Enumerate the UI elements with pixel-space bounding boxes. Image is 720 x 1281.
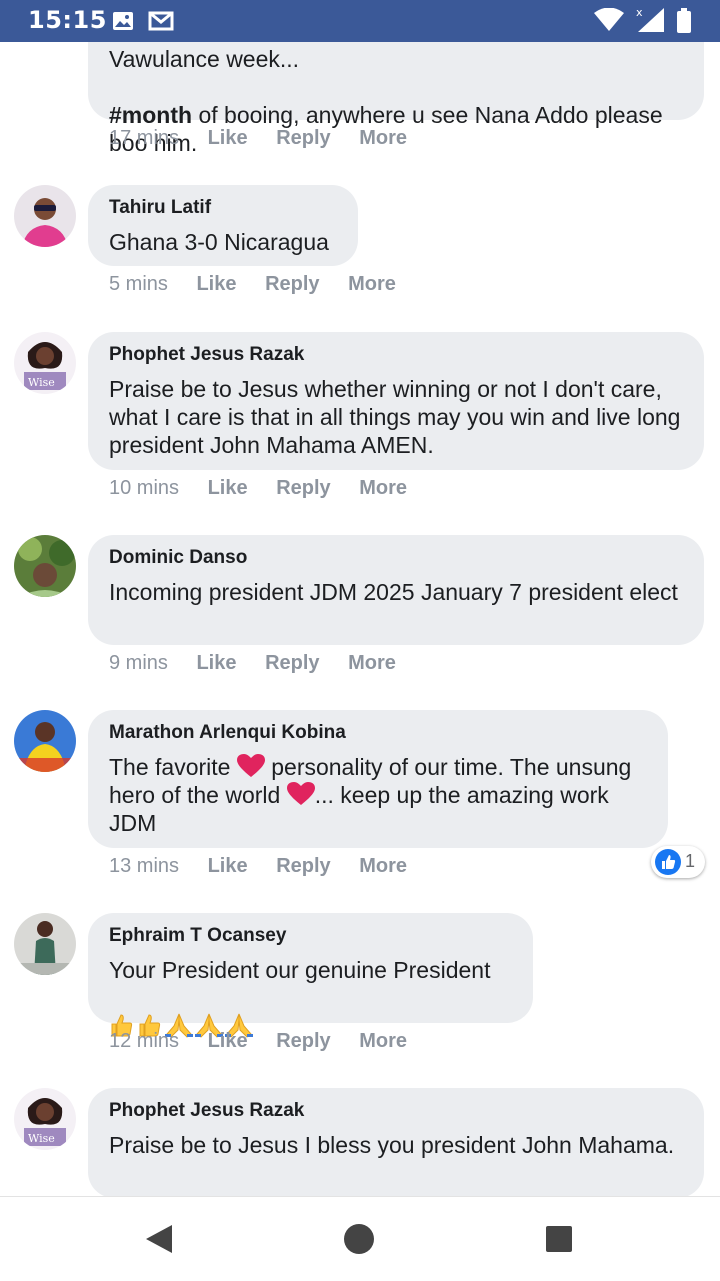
back-icon[interactable] bbox=[144, 1223, 174, 1255]
like-button[interactable]: Like bbox=[208, 1030, 248, 1052]
more-button[interactable]: More bbox=[359, 855, 407, 877]
comment-bubble[interactable]: Phophet Jesus Razak Praise be to Jesus w… bbox=[88, 332, 704, 470]
heart-emoji-icon bbox=[286, 782, 315, 805]
comment-actions: 13 mins Like Reply More bbox=[109, 853, 430, 879]
comments-feed[interactable]: Vawulance week... #month of booing, anyw… bbox=[0, 42, 720, 1196]
comment-time: 12 mins bbox=[109, 1030, 180, 1052]
reply-button[interactable]: Reply bbox=[276, 477, 330, 499]
gmail-icon bbox=[148, 11, 174, 31]
comment-bubble[interactable]: Ephraim T Ocansey Your President our gen… bbox=[88, 913, 533, 1038]
comment-bubble[interactable]: Tahiru Latif Ghana 3-0 Nicaragua bbox=[88, 185, 358, 266]
more-button[interactable]: More bbox=[359, 477, 407, 499]
more-button[interactable]: More bbox=[348, 652, 396, 674]
status-bar: 15:15 x bbox=[0, 0, 720, 42]
more-button[interactable]: More bbox=[359, 127, 407, 149]
more-button[interactable]: More bbox=[348, 273, 396, 295]
comment-author[interactable]: Tahiru Latif bbox=[109, 196, 338, 220]
comment-actions: 17 mins Like Reply More bbox=[109, 125, 430, 151]
comment-author[interactable]: Phophet Jesus Razak bbox=[109, 1099, 684, 1123]
reply-button[interactable]: Reply bbox=[276, 1030, 330, 1052]
comment-time: 10 mins bbox=[109, 477, 180, 499]
like-button[interactable]: Like bbox=[208, 477, 248, 499]
comment-actions: 5 mins Like Reply More bbox=[109, 271, 419, 297]
reply-button[interactable]: Reply bbox=[276, 855, 330, 877]
comment-actions: 12 mins Like Reply More bbox=[109, 1028, 430, 1054]
reaction-badge[interactable]: 1 bbox=[651, 846, 705, 878]
avatar[interactable] bbox=[14, 535, 76, 597]
comment-text: Praise be to Jesus whether winning or no… bbox=[109, 376, 681, 458]
comment-text: Ghana 3-0 Nicaragua bbox=[109, 229, 329, 255]
comment-bubble[interactable]: Vawulance week... #month of booing, anyw… bbox=[88, 42, 704, 156]
heart-emoji-icon bbox=[236, 754, 265, 777]
comment-bubble[interactable]: Phophet Jesus Razak Praise be to Jesus I… bbox=[88, 1088, 704, 1196]
avatar[interactable] bbox=[14, 913, 76, 975]
comment-actions: 9 mins Like Reply More bbox=[109, 650, 419, 676]
status-time: 15:15 bbox=[28, 6, 107, 34]
comment-time: 13 mins bbox=[109, 855, 180, 877]
comment-time: 5 mins bbox=[109, 273, 168, 295]
comment-bubble[interactable]: Marathon Arlenqui Kobina The favorite pe… bbox=[88, 710, 668, 848]
more-button[interactable]: More bbox=[359, 1030, 407, 1052]
comment-author[interactable]: Phophet Jesus Razak bbox=[109, 343, 684, 367]
like-reaction-icon bbox=[655, 849, 681, 875]
reaction-count: 1 bbox=[685, 851, 696, 871]
svg-text:Wise: Wise bbox=[28, 1132, 55, 1145]
like-button[interactable]: Like bbox=[196, 652, 236, 674]
comment-time: 9 mins bbox=[109, 652, 168, 674]
reply-button[interactable]: Reply bbox=[265, 273, 319, 295]
avatar[interactable] bbox=[14, 185, 76, 247]
comment-time: 17 mins bbox=[109, 127, 180, 149]
comment-text: Praise be to Jesus I bless you president… bbox=[109, 1132, 675, 1158]
comment-author[interactable]: Ephraim T Ocansey bbox=[109, 924, 513, 948]
battery-icon bbox=[677, 8, 691, 33]
comment-author[interactable]: Marathon Arlenqui Kobina bbox=[109, 721, 648, 745]
comment-bubble[interactable]: Dominic Danso Incoming president JDM 202… bbox=[88, 535, 704, 645]
home-icon[interactable] bbox=[342, 1222, 376, 1256]
avatar[interactable]: Wise bbox=[14, 332, 76, 394]
comment-text: Incoming president JDM 2025 January 7 pr… bbox=[109, 579, 678, 605]
avatar[interactable]: Wise bbox=[14, 1088, 76, 1150]
like-button[interactable]: Like bbox=[208, 127, 248, 149]
comment-actions: 10 mins Like Reply More bbox=[109, 475, 430, 501]
like-button[interactable]: Like bbox=[208, 855, 248, 877]
recent-apps-icon[interactable] bbox=[544, 1224, 574, 1254]
comment-author[interactable]: Dominic Danso bbox=[109, 546, 684, 570]
reply-button[interactable]: Reply bbox=[276, 127, 330, 149]
wifi-icon bbox=[594, 8, 624, 31]
reply-button[interactable]: Reply bbox=[265, 652, 319, 674]
svg-text:Wise: Wise bbox=[28, 376, 55, 389]
comment-text: Vawulance week... bbox=[109, 46, 300, 72]
android-nav-bar bbox=[0, 1196, 720, 1281]
svg-text:x: x bbox=[636, 6, 643, 19]
comment-text: The favorite bbox=[109, 754, 237, 780]
avatar[interactable] bbox=[14, 710, 76, 772]
comment-text: Your President our genuine President bbox=[109, 957, 491, 983]
image-icon bbox=[113, 12, 133, 30]
like-button[interactable]: Like bbox=[196, 273, 236, 295]
signal-icon: x bbox=[636, 6, 664, 32]
